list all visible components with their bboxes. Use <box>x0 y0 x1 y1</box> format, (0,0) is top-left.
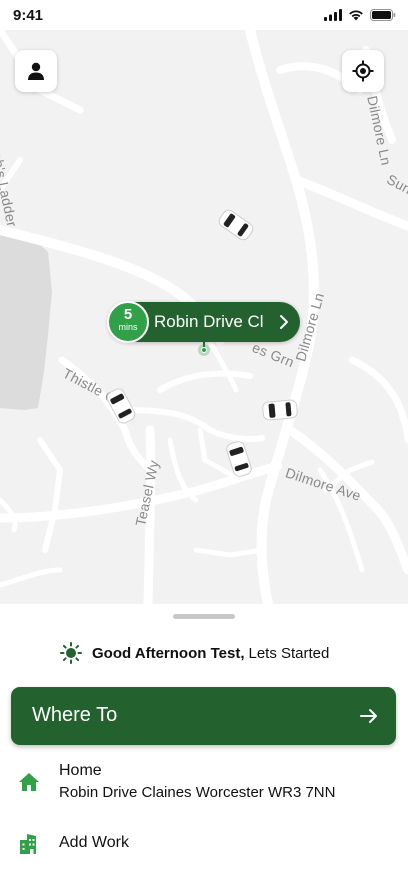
status-icons <box>324 9 396 21</box>
sheet-grabber[interactable] <box>173 614 235 619</box>
pickup-location-name: Robin Drive Cl <box>154 312 264 331</box>
work-building-icon <box>20 834 36 854</box>
where-to-button[interactable]: Where To <box>11 687 396 745</box>
status-bar: 9:41 <box>0 0 408 30</box>
greeting: Good Afternoon Test, Lets Started <box>60 642 329 664</box>
eta-unit: mins <box>118 322 138 332</box>
greeting-name: Good Afternoon Test, <box>92 644 245 662</box>
pickup-location-pill[interactable]: 5 mins Robin Drive Cl <box>107 301 300 343</box>
pickup-pin-dot <box>198 344 210 356</box>
greeting-text: Lets Started <box>248 644 330 662</box>
eta-badge: 5 mins <box>107 301 149 343</box>
sun-icon <box>60 642 82 664</box>
saved-place-title: Home <box>59 762 102 779</box>
chevron-right-icon <box>280 315 288 329</box>
saved-place-title: Add Work <box>59 834 129 851</box>
crosshair-icon <box>352 60 374 82</box>
saved-place-address: Robin Drive Claines Worcester WR3 7NN <box>59 784 336 801</box>
wifi-icon <box>349 10 363 21</box>
person-icon <box>28 62 44 80</box>
map-view[interactable]: Dilmore Ln Sun Jacob's Ladder Claines Gr… <box>0 30 408 604</box>
battery-icon <box>370 9 396 21</box>
saved-place-home[interactable]: Home Robin Drive Claines Worcester WR3 7… <box>0 762 408 812</box>
signal-icon <box>324 9 342 21</box>
home-icon <box>19 773 39 791</box>
where-to-label: Where To <box>32 704 118 726</box>
saved-place-work[interactable]: Add Work <box>0 832 408 862</box>
bottom-sheet: Good Afternoon Test, Lets Started Where … <box>0 604 408 883</box>
status-time: 9:41 <box>13 7 44 24</box>
arrow-right-icon <box>360 709 377 723</box>
profile-button[interactable] <box>15 50 57 92</box>
locate-me-button[interactable] <box>342 50 384 92</box>
car-icon <box>262 399 298 421</box>
eta-value: 5 <box>123 306 133 323</box>
